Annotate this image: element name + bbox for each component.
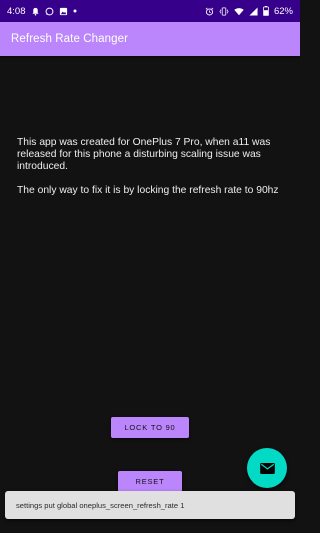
app-screen: 4:08 62% Refresh Rate Changer This app w… <box>0 0 300 533</box>
status-bar-right: 62% <box>205 6 293 17</box>
battery-icon <box>263 6 269 16</box>
vibrate-icon <box>219 6 229 16</box>
lock-to-90-button[interactable]: LOCK TO 90 <box>111 417 189 438</box>
app-bar: Refresh Rate Changer <box>0 22 300 56</box>
snackbar: settings put global oneplus_screen_refre… <box>5 491 295 519</box>
info-message: This app was created for OnePlus 7 Pro, … <box>17 137 287 197</box>
gallery-icon <box>59 7 68 16</box>
reset-button[interactable]: RESET <box>118 471 182 492</box>
whatsapp-icon <box>45 7 54 16</box>
battery-percent: 62% <box>273 5 293 17</box>
info-message-paragraph-2: The only way to fix it is by locking the… <box>17 185 279 196</box>
email-fab-button[interactable] <box>247 448 287 488</box>
app-title: Refresh Rate Changer <box>11 33 129 45</box>
dot-icon <box>73 9 77 13</box>
bell-icon <box>31 7 40 16</box>
info-message-paragraph-1: This app was created for OnePlus 7 Pro, … <box>17 137 271 172</box>
wifi-icon <box>234 7 244 16</box>
signal-icon <box>249 6 258 16</box>
alarm-icon <box>205 7 214 16</box>
status-bar-left: 4:08 <box>7 6 77 17</box>
status-bar: 4:08 62% <box>0 0 300 22</box>
email-icon <box>259 462 275 474</box>
status-time: 4:08 <box>7 5 26 17</box>
snackbar-message: settings put global oneplus_screen_refre… <box>16 500 185 510</box>
